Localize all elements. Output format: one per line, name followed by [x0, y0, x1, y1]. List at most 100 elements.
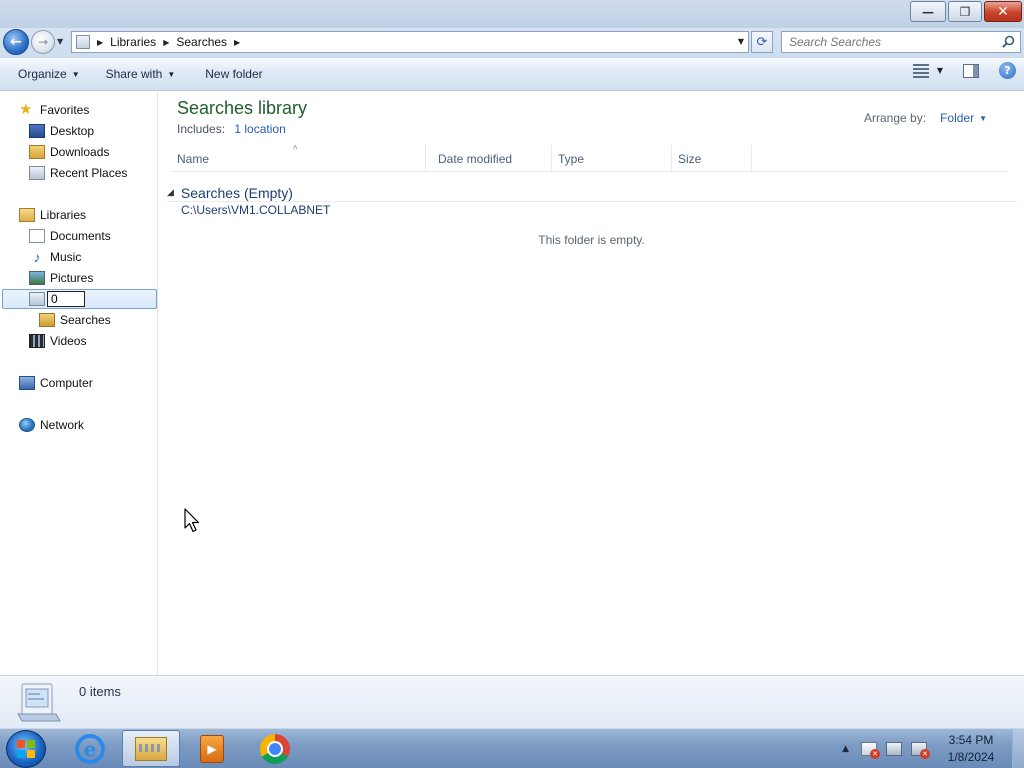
address-row: ← → ▼ ▶ Libraries ▶ Searches ▶ ▼ ⟳ [0, 28, 1024, 58]
nav-desktop-label: Desktop [50, 124, 95, 138]
collapse-group-icon[interactable]: ◢ [167, 188, 174, 198]
nav-recent-places[interactable]: Recent Places [29, 163, 127, 183]
nav-downloads-label: Downloads [50, 145, 110, 159]
organize-button[interactable]: Organize ▼ [10, 62, 88, 86]
refresh-button[interactable]: ⟳ [751, 31, 773, 53]
pictures-icon [29, 271, 45, 285]
caption-buttons: — ❐ ✕ [910, 1, 1022, 22]
preview-pane-icon[interactable] [963, 63, 979, 78]
arrange-by-label: Arrange by: [864, 111, 927, 125]
includes-label: Includes: [177, 122, 226, 136]
search-box[interactable] [781, 31, 1021, 53]
item-count: 0 items [79, 684, 121, 699]
documents-icon [29, 229, 45, 243]
help-icon[interactable]: ? [999, 62, 1016, 79]
forward-button[interactable]: → [31, 30, 55, 54]
chevron-down-icon[interactable]: ▼ [979, 114, 987, 123]
network-icon [19, 418, 35, 432]
nav-music[interactable]: ♪ Music [29, 247, 82, 267]
recent-pages-dropdown[interactable]: ▼ [57, 37, 63, 46]
taskbar-windows-explorer[interactable] [122, 730, 180, 767]
mouse-cursor-icon [184, 508, 200, 533]
taskbar-internet-explorer[interactable]: e [61, 730, 119, 767]
nav-desktop[interactable]: Desktop [29, 121, 94, 141]
show-hidden-icons-icon[interactable]: ▲ [842, 744, 849, 754]
includes-locations-link[interactable]: 1 location [234, 122, 285, 136]
network-status-icon[interactable] [886, 742, 902, 756]
videos-icon [29, 334, 45, 348]
show-desktop-button[interactable] [1012, 729, 1024, 768]
address-dropdown-icon[interactable]: ▼ [738, 37, 744, 46]
recent-places-icon [29, 166, 45, 180]
change-view-icon[interactable] [912, 63, 929, 78]
nav-documents[interactable]: Documents [29, 226, 111, 246]
breadcrumb-separator[interactable]: ▶ [97, 38, 103, 47]
restore-button[interactable]: ❐ [948, 1, 982, 22]
clock-date: 1/8/2024 [947, 750, 995, 764]
empty-folder-message: This folder is empty. [538, 233, 645, 247]
library-title: Searches library [177, 98, 308, 118]
system-tray: ▲ ✕ ✕ 3:54 PM 1/8/2024 [842, 729, 1024, 768]
nav-videos[interactable]: Videos [29, 331, 86, 351]
windows-explorer-icon [135, 736, 167, 761]
nav-pictures-label: Pictures [50, 271, 94, 285]
search-input[interactable] [789, 35, 999, 49]
nav-downloads[interactable]: Downloads [29, 142, 109, 162]
nav-libraries[interactable]: Libraries [19, 205, 86, 225]
desktop-icon [29, 124, 45, 138]
start-button[interactable] [6, 730, 46, 768]
nav-libraries-label: Libraries [40, 208, 87, 222]
column-headers: Name ˄ Date modified Type Size [171, 143, 1007, 172]
nav-favorites[interactable]: ★ Favorites [19, 100, 89, 120]
share-with-label: Share with [105, 67, 163, 81]
downloads-icon [29, 145, 45, 159]
share-with-button[interactable]: Share with ▼ [98, 62, 184, 86]
chevron-down-icon: ▼ [71, 69, 80, 79]
volume-muted-icon[interactable]: ✕ [911, 742, 930, 759]
windows-logo-icon [17, 740, 35, 758]
breadcrumb-libraries[interactable]: Libraries [110, 35, 156, 49]
action-center-flag-icon[interactable]: ✕ [861, 742, 880, 759]
breadcrumb-separator[interactable]: ▶ [234, 38, 240, 47]
column-header-type[interactable]: Type [552, 145, 672, 172]
group-title: Searches (Empty) [180, 184, 293, 201]
nav-network[interactable]: Network [19, 415, 84, 435]
error-badge-icon: ✕ [870, 749, 880, 759]
nav-searches-folder[interactable]: Searches [39, 310, 111, 330]
taskbar-windows-media-player[interactable]: ▶ [183, 730, 241, 767]
group-header[interactable]: ◢ Searches (Empty) [167, 184, 1017, 202]
address-bar[interactable]: ▶ Libraries ▶ Searches ▶ ▼ [71, 31, 749, 53]
minimize-button[interactable]: — [910, 1, 946, 22]
content-pane: Searches library Includes: 1 location Ar… [159, 92, 1024, 675]
rename-input[interactable] [47, 291, 85, 307]
back-button[interactable]: ← [3, 29, 29, 55]
taskbar-chrome[interactable] [246, 730, 304, 767]
nav-searches-library-renaming[interactable] [2, 289, 157, 309]
searches-library-large-icon [17, 683, 61, 722]
arrange-by-dropdown[interactable]: Folder [940, 111, 974, 125]
clock-time: 3:54 PM [948, 733, 994, 747]
chevron-down-icon: ▼ [167, 69, 176, 79]
nav-searches-label: Searches [60, 313, 111, 327]
breadcrumb-separator[interactable]: ▶ [163, 38, 169, 47]
column-header-name[interactable]: Name ˄ [171, 143, 426, 172]
nav-pictures[interactable]: Pictures [29, 268, 93, 288]
nav-network-label: Network [40, 418, 85, 432]
library-icon [76, 35, 90, 49]
column-header-date-modified[interactable]: Date modified [432, 145, 552, 172]
breadcrumb-searches[interactable]: Searches [176, 35, 227, 49]
nav-recent-places-label: Recent Places [50, 166, 128, 180]
new-folder-button[interactable]: New folder [197, 62, 270, 86]
group-location-path[interactable]: C:\Users\VM1.COLLABNET [181, 203, 330, 217]
close-button[interactable]: ✕ [984, 1, 1022, 22]
computer-icon [19, 376, 35, 390]
search-icon[interactable] [1002, 35, 1015, 48]
view-dropdown-icon[interactable]: ▼ [937, 66, 943, 75]
windows-media-player-icon: ▶ [200, 734, 224, 763]
internet-explorer-icon: e [75, 733, 105, 764]
nav-computer[interactable]: Computer [19, 373, 93, 393]
nav-videos-label: Videos [50, 334, 87, 348]
column-header-size[interactable]: Size [672, 145, 752, 172]
libraries-icon [19, 208, 35, 222]
system-clock[interactable]: 3:54 PM 1/8/2024 [936, 732, 1006, 766]
